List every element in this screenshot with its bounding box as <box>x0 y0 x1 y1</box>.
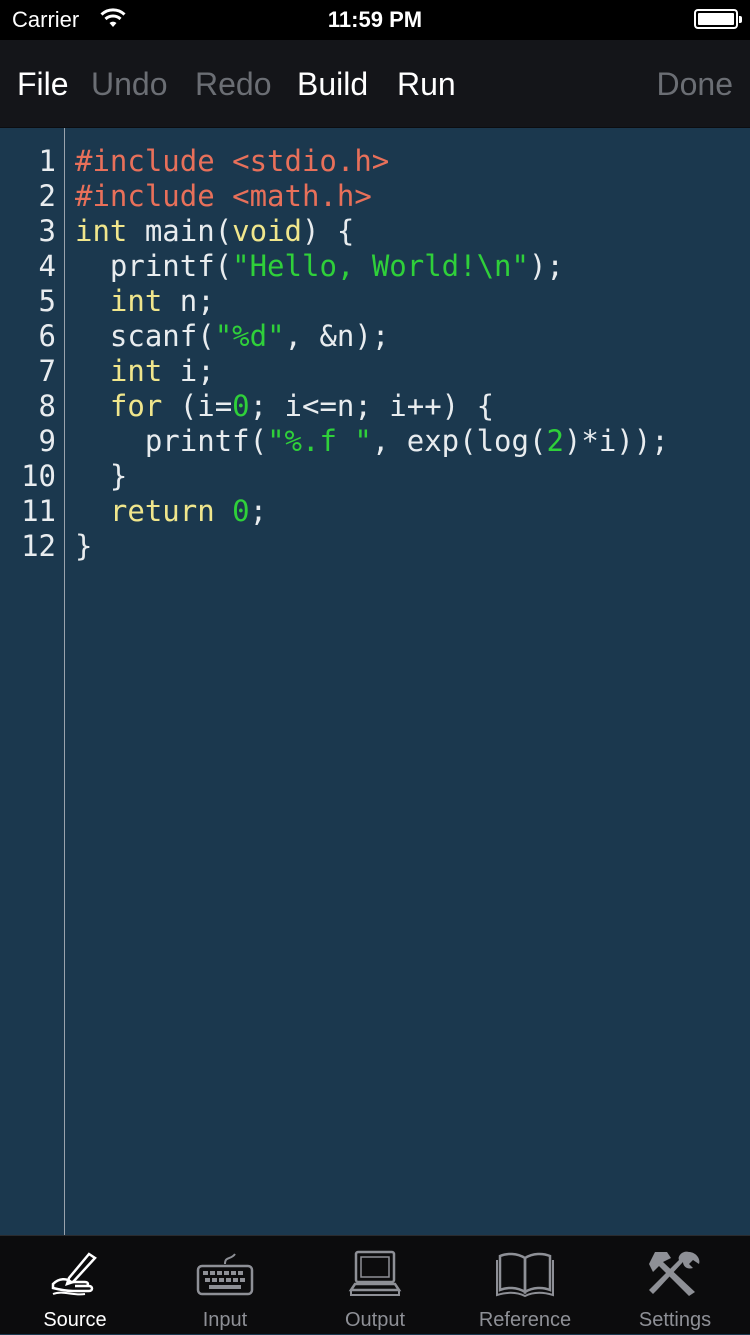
token-plain: i; <box>162 354 215 388</box>
code-text[interactable]: } <box>75 459 127 494</box>
tab-label: Input <box>202 1309 248 1331</box>
undo-button[interactable]: Undo <box>91 65 168 103</box>
pen-hand-icon <box>51 1252 97 1296</box>
token-number: 0 <box>232 494 250 528</box>
book-icon <box>496 1252 554 1298</box>
code-text[interactable]: #include <stdio.h> <box>75 144 389 179</box>
line-number: 11 <box>21 494 56 528</box>
code-text[interactable]: printf("%.f ", exp(log(2)*i)); <box>75 424 669 459</box>
token-plain: printf( <box>75 424 268 458</box>
token-plain: (i= <box>162 389 233 423</box>
code-line[interactable]: 7 int i; <box>0 354 750 389</box>
done-button[interactable]: Done <box>657 65 734 103</box>
token-plain: printf( <box>75 249 233 283</box>
code-line[interactable]: 12} <box>0 529 750 564</box>
token-string: "Hello, World!\n" <box>232 249 529 283</box>
code-line[interactable]: 6 scanf("%d", &n); <box>0 319 750 354</box>
token-directive: #include <stdio.h> <box>75 144 390 178</box>
computer-icon <box>348 1250 402 1296</box>
token-plain: } <box>75 529 93 563</box>
code-line[interactable]: 8 for (i=0; i<=n; i++) { <box>0 389 750 424</box>
code-line[interactable]: 1 #include <stdio.h> <box>0 144 750 179</box>
line-number: 12 <box>21 529 56 563</box>
editor-toolbar: File Undo Redo Build Run Done <box>0 40 750 128</box>
token-string: "%.f " <box>267 424 372 458</box>
run-button[interactable]: Run <box>397 65 456 103</box>
tab-source[interactable]: Source <box>0 1236 150 1335</box>
code-text[interactable]: #include <math.h> <box>75 179 372 214</box>
tab-label: Settings <box>638 1309 712 1331</box>
token-plain: ; i<=n; i++) { <box>249 389 495 423</box>
redo-button[interactable]: Redo <box>195 65 272 103</box>
token-keyword: return <box>109 494 215 528</box>
battery-icon <box>694 9 742 29</box>
tab-bar: Source Input Output Reference Settings <box>0 1235 750 1334</box>
line-number: 1 <box>38 144 56 178</box>
code-line[interactable]: 10 } <box>0 459 750 494</box>
line-number: 7 <box>38 354 56 388</box>
token-plain: ) { <box>302 214 355 248</box>
code-editor[interactable]: 1 #include <stdio.h> 2 #include <math.h> 3 in… <box>0 128 750 1235</box>
token-plain: ); <box>528 249 564 283</box>
token-plain: , &n); <box>284 319 390 353</box>
tools-icon <box>649 1251 700 1296</box>
build-button[interactable]: Build <box>297 65 368 103</box>
code-line[interactable]: 4 printf("Hello, World!\n"); <box>0 249 750 284</box>
code-line[interactable]: 5 int n; <box>0 284 750 319</box>
code-line[interactable]: 9 printf("%.f ", exp(log(2)*i)); <box>0 424 750 459</box>
code-text[interactable]: } <box>75 529 92 564</box>
line-number: 4 <box>38 249 56 283</box>
line-number: 5 <box>38 284 56 318</box>
token-plain: , exp(log( <box>371 424 547 458</box>
tab-label: Reference <box>478 1309 572 1331</box>
code-text[interactable]: printf("Hello, World!\n"); <box>75 249 564 284</box>
line-number: 8 <box>38 389 56 423</box>
code-line[interactable]: 11 return 0; <box>0 494 750 529</box>
token-plain: main( <box>127 214 233 248</box>
tab-label: Source <box>43 1309 107 1331</box>
token-plain: } <box>75 459 128 493</box>
token-plain: n; <box>162 284 215 318</box>
line-number: 2 <box>38 179 56 213</box>
token-number: 2 <box>546 424 564 458</box>
token-keyword: int <box>109 284 163 318</box>
tab-settings[interactable]: Settings <box>600 1236 750 1335</box>
token-plain: )*i)); <box>563 424 669 458</box>
token-plain: ; <box>249 494 268 528</box>
tab-input[interactable]: Input <box>150 1236 300 1335</box>
line-number: 9 <box>38 424 56 458</box>
tab-output[interactable]: Output <box>300 1236 450 1335</box>
keyboard-icon <box>196 1253 254 1296</box>
code-text[interactable]: for (i=0; i<=n; i++) { <box>75 389 494 424</box>
line-number: 6 <box>38 319 56 353</box>
token-directive: #include <math.h> <box>75 179 372 213</box>
code-area[interactable]: 1 #include <stdio.h> 2 #include <math.h> 3 in… <box>0 144 750 564</box>
token-keyword: void <box>232 214 302 248</box>
code-line[interactable]: 3 int main(void) { <box>0 214 750 249</box>
code-text[interactable]: int main(void) { <box>75 214 354 249</box>
token-plain: scanf( <box>75 319 215 353</box>
token-string: "%d" <box>214 319 285 353</box>
code-text[interactable]: int i; <box>75 354 215 389</box>
status-bar: Carrier 11:59 PM <box>0 0 750 40</box>
tab-label: Output <box>344 1309 406 1331</box>
tab-reference[interactable]: Reference <box>450 1236 600 1335</box>
token-number: 0 <box>232 389 250 423</box>
token-keyword: for <box>109 389 163 423</box>
token-keyword: int <box>109 354 163 388</box>
line-number: 10 <box>21 459 56 493</box>
code-line[interactable]: 2 #include <math.h> <box>0 179 750 214</box>
token-keyword: int <box>75 214 128 248</box>
line-number: 3 <box>38 214 56 248</box>
code-text[interactable]: scanf("%d", &n); <box>75 319 389 354</box>
code-text[interactable]: int n; <box>75 284 215 319</box>
clock: 11:59 PM <box>327 7 423 32</box>
code-text[interactable]: return 0; <box>75 494 267 529</box>
file-button[interactable]: File <box>17 65 69 103</box>
